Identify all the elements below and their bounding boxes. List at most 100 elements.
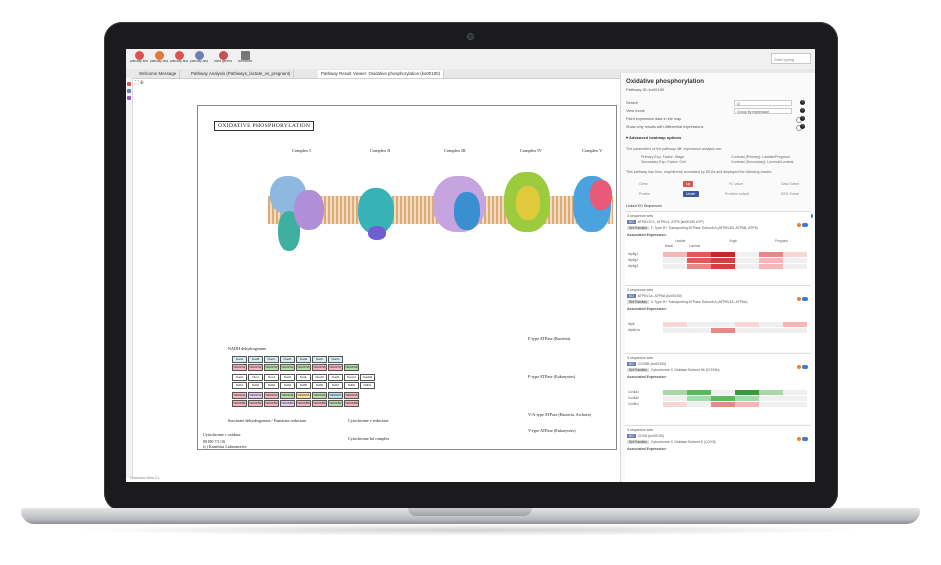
gene-cell[interactable]: NDUFS7 [328, 364, 343, 371]
card-toggles[interactable] [797, 214, 808, 232]
diff-only-option: Show only results with differential expr… [626, 123, 811, 131]
legend-link[interactable]: DEG Solver [781, 192, 799, 196]
gene-cell[interactable]: NuoJ [264, 374, 279, 381]
gene-cell[interactable]: NuoL [296, 374, 311, 381]
gene-cell[interactable]: NuoL2 [344, 374, 359, 381]
gene-cell[interactable]: NDUFS1 [232, 364, 247, 371]
heat-row-label: Cox5a1 [628, 390, 639, 394]
gene-cell[interactable]: Ndh3 [264, 382, 279, 389]
gene-cell[interactable]: NDUFB4 [280, 400, 295, 407]
meta-icon [218, 51, 228, 60]
gene-cell[interactable]: NDUFA4 [280, 392, 295, 399]
expr-label: Associated Expression: [627, 233, 667, 237]
gene-cell[interactable]: NDUFB6 [312, 400, 327, 407]
left-toolstrip [126, 78, 133, 478]
gene-cell[interactable]: NDUFA5 [296, 392, 311, 399]
gene-cell[interactable]: NDUFS5 [296, 364, 311, 371]
tab-pathway-analysis[interactable]: Pathway Analysis (Pathways_lactate_vs_pr… [188, 70, 295, 78]
gene-cell[interactable]: NDUFA6 [312, 392, 327, 399]
heatmap-row [663, 252, 807, 257]
legend-link[interactable]: Protein [639, 192, 650, 196]
gene-cell[interactable]: NDUFS3 [264, 364, 279, 371]
gene-cell[interactable]: Ndh6 [312, 382, 327, 389]
cyt-c-oxidase-label: Cytochrome c oxidase [203, 432, 241, 437]
gene-cell[interactable]: NuoI [248, 374, 263, 381]
gene-cell[interactable]: NdhF [344, 382, 359, 389]
gene-cell[interactable]: NDUFS8 [344, 364, 359, 371]
help-icon[interactable]: ? [800, 100, 805, 105]
gene-cell[interactable]: NDUFS6 [312, 364, 327, 371]
gene-cell[interactable]: NDUFB3 [264, 400, 279, 407]
gene-cell[interactable]: NuoA [232, 356, 247, 363]
gene-cell[interactable]: NuoM2 [360, 374, 375, 381]
complex-label: Complex V [582, 148, 603, 153]
pathway-search-tool[interactable]: pathway search [130, 50, 148, 68]
legend-link[interactable]: FC value [729, 182, 743, 186]
gene-cell[interactable]: NDUFB7 [328, 400, 343, 407]
legend-link[interactable]: Gene [639, 182, 648, 186]
complex-label: Complex I [292, 148, 311, 153]
gene-cell[interactable]: NDUFB8 [344, 400, 359, 407]
gene-cell[interactable]: NuoK [280, 374, 295, 381]
paint-option: Paint expression data in the map [626, 115, 811, 123]
view-mode-select[interactable]: Group by expression [734, 108, 792, 114]
workflows-tool[interactable]: workflows [236, 50, 254, 68]
card-toggles[interactable] [797, 288, 808, 306]
gene-cell[interactable]: NDUFB5 [296, 400, 311, 407]
help-icon[interactable]: ? [800, 124, 805, 129]
gene-cell[interactable]: NDUFA7 [328, 392, 343, 399]
gene-cell[interactable]: Ndh7 [328, 382, 343, 389]
pathway-analysis-tool-3[interactable]: pathway analysis [190, 50, 208, 68]
gene-count: 3 sequence sets [627, 356, 654, 360]
gene-cell[interactable]: NDUFB1 [232, 400, 247, 407]
gene-cell[interactable]: NDUFA2 [248, 392, 263, 399]
search-field[interactable]: Q [734, 100, 792, 106]
zoom-controls[interactable]: ⛶ ⊕ [135, 80, 144, 86]
gene-cell[interactable]: Ndh1 [232, 382, 247, 389]
gene-grid-row: NuoA NuoB NuoC NuoD NuoE NuoF NuoG [232, 356, 344, 363]
tab-pathway-result[interactable]: Pathway Result Viewer: Oxidative phospho… [318, 70, 445, 78]
gene-cell[interactable]: NuoE [296, 356, 311, 363]
gene-cell[interactable]: Ndh4 [280, 382, 295, 389]
linked-ko-header: Linked KO Sequences [626, 204, 662, 208]
gene-cell[interactable]: NDUFA1 [232, 392, 247, 399]
gene-cell[interactable]: NDUFS2 [248, 364, 263, 371]
gene-cell[interactable]: NuoB [248, 356, 263, 363]
strip-icon[interactable] [127, 89, 131, 93]
gene-cell[interactable]: NDUFB2 [248, 400, 263, 407]
gene-cell[interactable]: NDUFS4 [280, 364, 295, 371]
card-toggles[interactable] [797, 356, 808, 374]
legend-link[interactable]: Data Solver [781, 182, 799, 186]
gene-card: 3 sequence sets KO ATP6V1C1, ATP6V1, ATP6… [625, 211, 811, 284]
gene-cell[interactable]: NuoN [328, 374, 343, 381]
gene-cell[interactable]: NuoM [312, 374, 327, 381]
gene-cell[interactable]: Ndh2 [248, 382, 263, 389]
gene-cell[interactable]: NDUFA8 [344, 392, 359, 399]
strip-icon[interactable] [127, 82, 131, 86]
gene-cell[interactable]: NdhG [360, 382, 375, 389]
gene-cell[interactable]: NuoC [264, 356, 279, 363]
gene-cell[interactable]: NuoG [328, 356, 343, 363]
laptop-notch [408, 508, 532, 516]
tab-welcome[interactable]: Welcome Message [136, 70, 181, 78]
laptop-shadow [70, 524, 870, 536]
meta-generation-tool[interactable]: meta generation [214, 50, 232, 68]
pathway-analysis-tool-2[interactable]: pathway analysis [170, 50, 188, 68]
card-toggles[interactable] [797, 428, 808, 446]
heat-row-label: Atp6 [628, 322, 635, 326]
help-icon[interactable]: ? [800, 108, 805, 113]
pathway-analysis-tool[interactable]: pathway analysis [150, 50, 168, 68]
help-icon[interactable]: ? [800, 116, 805, 121]
search-input[interactable]: Start typing [771, 53, 811, 64]
gene-cell[interactable]: NuoH [232, 374, 247, 381]
gene-cell[interactable]: NDUFA3 [264, 392, 279, 399]
gene-ids: KO COX5B (ko00190) [627, 362, 667, 366]
gene-cell[interactable]: Ndh5 [296, 382, 311, 389]
gene-cell[interactable]: NuoD [280, 356, 295, 363]
pathway-map[interactable]: OXIDATIVE PHOSPHORYLATION Complex I Comp… [197, 105, 617, 450]
gene-count: 3 sequence sets [627, 428, 654, 432]
advanced-options[interactable]: ▾ Advanced heatmap options [626, 135, 681, 140]
strip-icon[interactable] [127, 96, 131, 100]
gene-cell[interactable]: NuoF [312, 356, 327, 363]
legend-link[interactable]: Problem solved [725, 192, 749, 196]
